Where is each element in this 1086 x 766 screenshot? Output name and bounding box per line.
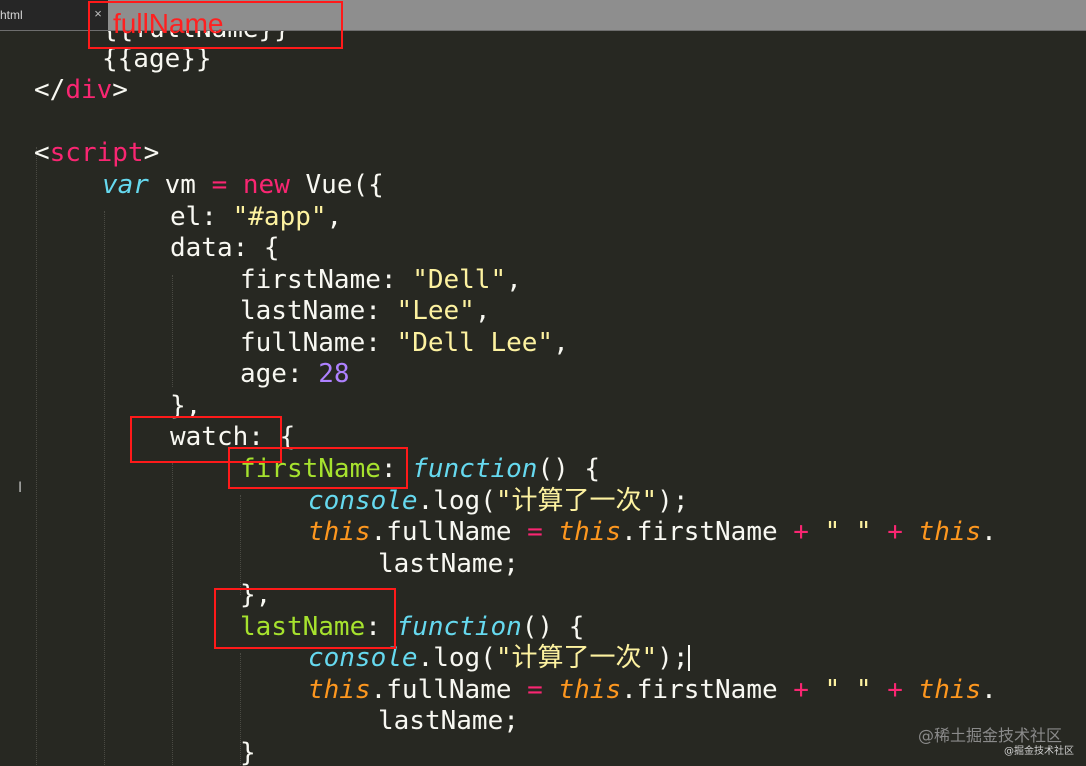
code-line-23: } <box>240 737 256 766</box>
annotation-title: fullName <box>113 8 224 39</box>
code-token: log( <box>433 643 496 673</box>
code-token: fullName: <box>240 328 397 358</box>
code-token: "计算了一次" <box>495 486 658 516</box>
code-token: function <box>412 454 538 484</box>
indent-guide <box>36 147 37 766</box>
code-token: , <box>326 202 343 232</box>
code-line-8: firstName: "Dell", <box>240 264 522 296</box>
code-token: "#app" <box>232 202 327 232</box>
code-line-15: console.log("计算了一次"); <box>308 485 688 517</box>
code-token: > <box>143 138 160 168</box>
code-token: + <box>793 517 809 547</box>
code-token: vm <box>148 170 212 200</box>
code-token: .fullName <box>370 517 528 547</box>
code-token: . <box>417 486 434 516</box>
code-token: this <box>308 517 371 547</box>
code-token: . <box>981 517 997 547</box>
annotation-box-lastname <box>214 588 396 649</box>
code-editor[interactable]: {{fullName}} {{age}} </div> <script> var… <box>0 31 1086 766</box>
code-line-3: </div> <box>34 74 128 106</box>
code-token: function <box>396 612 522 642</box>
code-line-10: fullName: "Dell Lee", <box>240 327 569 359</box>
code-token: this <box>558 517 622 547</box>
code-token: console <box>308 486 418 516</box>
code-token: div <box>65 75 113 105</box>
code-line-11: age: 28 <box>240 358 350 390</box>
code-token: this <box>308 675 371 705</box>
code-token: > <box>112 75 128 105</box>
code-line-22: lastName; <box>378 705 519 737</box>
watermark-small: @掘金技术社区 <box>1004 746 1074 757</box>
code-token: .firstName <box>621 675 794 705</box>
code-text: } <box>240 738 256 766</box>
code-line-9: lastName: "Lee", <box>240 295 490 327</box>
code-token: log( <box>433 486 496 516</box>
code-text: lastName; <box>378 549 519 579</box>
code-token: . <box>417 643 434 673</box>
code-token: "计算了一次" <box>495 643 658 673</box>
code-token: .fullName <box>370 675 528 705</box>
tab-label: html <box>0 8 23 22</box>
code-token: this <box>918 517 982 547</box>
code-token: " " <box>824 517 872 547</box>
code-token: < <box>34 138 50 168</box>
code-line-7: data: { <box>170 232 280 264</box>
code-token: () { <box>521 612 585 642</box>
code-token: </ <box>34 75 66 105</box>
indent-guide <box>104 211 105 766</box>
code-text: lastName; <box>378 706 519 736</box>
code-token: lastName: <box>240 296 397 326</box>
indent-guide <box>172 275 173 387</box>
code-line-17: lastName; <box>378 548 519 580</box>
indent-guide <box>172 463 173 766</box>
code-token: "Lee" <box>396 296 475 326</box>
code-line-4: <script> <box>34 137 159 169</box>
code-token: = <box>527 517 543 547</box>
code-token: el: <box>170 202 233 232</box>
code-token: age: <box>240 359 319 389</box>
code-token: 28 <box>318 359 350 389</box>
code-token: , <box>506 265 522 295</box>
code-token: = <box>527 675 543 705</box>
code-token: script <box>49 138 144 168</box>
code-token: "Dell" <box>412 265 507 295</box>
code-token: firstName: <box>240 265 413 295</box>
code-line-6: el: "#app", <box>170 201 342 233</box>
text-cursor <box>688 645 691 671</box>
code-token: , <box>553 328 569 358</box>
code-token: . <box>981 675 997 705</box>
code-token: " " <box>824 675 872 705</box>
code-token: "Dell Lee" <box>396 328 554 358</box>
code-token: + <box>887 517 903 547</box>
code-token: + <box>887 675 903 705</box>
code-token: , <box>474 296 491 326</box>
code-token: Vue({ <box>289 170 384 200</box>
code-token: .firstName <box>621 517 794 547</box>
code-token: ); <box>657 643 689 673</box>
code-token: this <box>558 675 622 705</box>
code-line-5: var vm = new Vue({ <box>102 169 384 201</box>
code-token: new <box>242 170 290 200</box>
code-token: = <box>211 170 228 200</box>
ibeam-cursor-icon: I <box>18 480 23 496</box>
code-line-21: this.fullName = this.firstName + " " + t… <box>308 674 997 706</box>
code-token: this <box>918 675 982 705</box>
annotation-box-firstname <box>228 447 408 489</box>
code-token: () { <box>537 454 601 484</box>
code-text: data: { <box>170 233 280 263</box>
code-line-16: this.fullName = this.firstName + " " + t… <box>308 516 997 548</box>
code-token: var <box>102 170 149 200</box>
code-token: + <box>793 675 809 705</box>
code-token: ); <box>657 486 689 516</box>
